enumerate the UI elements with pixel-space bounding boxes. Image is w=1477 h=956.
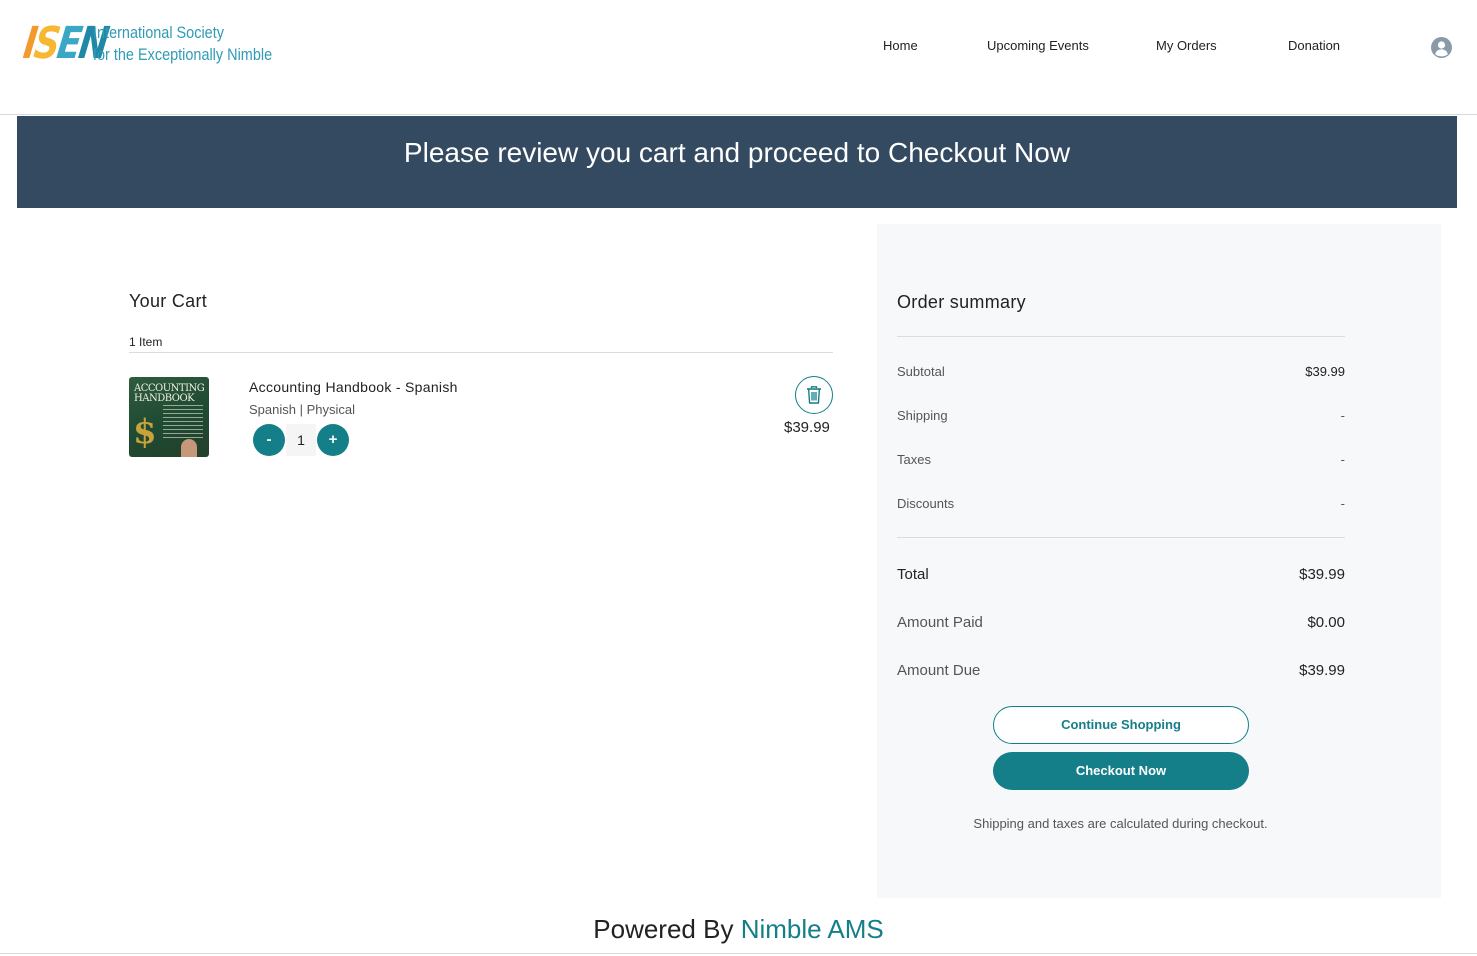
summary-row-subtotal: Subtotal $39.99: [897, 364, 1345, 379]
summary-divider-bottom: [897, 537, 1345, 538]
amount-paid-value: $0.00: [1307, 614, 1345, 631]
remove-item-button[interactable]: [795, 376, 833, 414]
discounts-label: Discounts: [897, 496, 955, 511]
nav-my-orders[interactable]: My Orders: [1156, 38, 1217, 53]
powered-by-footer: Powered By Nimble AMS: [0, 914, 1477, 945]
product-name[interactable]: Accounting Handbook - Spanish: [249, 379, 458, 395]
line-item-price: $39.99: [784, 419, 830, 436]
order-summary-panel: Order summary Subtotal $39.99 Shipping -…: [877, 224, 1441, 898]
quantity-increase-button[interactable]: +: [317, 424, 349, 456]
isen-logo[interactable]: ISEN International Society for the Excep…: [20, 18, 272, 69]
logo-line-2: for the Exceptionally Nimble: [93, 45, 273, 64]
quantity-value[interactable]: 1: [286, 424, 316, 456]
amount-paid-label: Amount Paid: [897, 614, 983, 631]
summary-row-total: Total $39.99: [897, 566, 1345, 583]
dollar-sign-graphic: $: [133, 412, 157, 452]
summary-row-taxes: Taxes -: [897, 452, 1345, 467]
book-cover-title: ACCOUNTING HANDBOOK: [134, 383, 205, 404]
summary-row-discounts: Discounts -: [897, 496, 1345, 511]
taxes-label: Taxes: [897, 452, 931, 467]
total-value: $39.99: [1299, 566, 1345, 583]
checkout-now-button[interactable]: Checkout Now: [993, 752, 1249, 790]
amount-due-value: $39.99: [1299, 662, 1345, 679]
checkout-banner: Please review you cart and proceed to Ch…: [17, 116, 1457, 208]
author-photo: [181, 439, 197, 457]
cart-title: Your Cart: [129, 291, 208, 311]
shipping-value: -: [1340, 408, 1345, 423]
total-label: Total: [897, 566, 929, 583]
amount-due-label: Amount Due: [897, 662, 981, 679]
checkout-note: Shipping and taxes are calculated during…: [973, 816, 1268, 831]
quantity-decrease-button[interactable]: -: [253, 424, 285, 456]
cart-divider: [129, 352, 833, 353]
summary-row-amount-due: Amount Due $39.99: [897, 662, 1345, 679]
subtotal-label: Subtotal: [897, 364, 945, 379]
taxes-value: -: [1340, 452, 1345, 467]
nav-home[interactable]: Home: [883, 38, 918, 53]
product-variant: Spanish | Physical: [249, 402, 355, 417]
banner-text: Please review you cart and proceed to Ch…: [403, 137, 1071, 168]
book-cover-text-lines: [163, 405, 203, 439]
order-summary-title: Order summary: [897, 292, 1026, 312]
summary-divider-top: [897, 336, 1345, 337]
site-header: ISEN International Society for the Excep…: [0, 0, 1477, 115]
discounts-value: -: [1340, 496, 1345, 511]
powered-by-label: Powered By: [593, 914, 734, 944]
shipping-label: Shipping: [897, 408, 948, 423]
nav-upcoming-events[interactable]: Upcoming Events: [987, 38, 1089, 53]
summary-row-shipping: Shipping -: [897, 408, 1345, 423]
trash-icon: [807, 386, 821, 404]
nav-donation[interactable]: Donation: [1288, 38, 1340, 53]
logo-text: International Society for the Exceptiona…: [93, 22, 272, 66]
subtotal-value: $39.99: [1305, 364, 1345, 379]
summary-row-amount-paid: Amount Paid $0.00: [897, 614, 1345, 631]
nimble-ams-link[interactable]: Nimble AMS: [741, 914, 884, 944]
cart-item-count: 1 Item: [129, 335, 163, 349]
continue-shopping-button[interactable]: Continue Shopping: [993, 706, 1249, 744]
user-circle-icon[interactable]: [1431, 37, 1452, 58]
product-image: ACCOUNTING HANDBOOK $: [129, 377, 209, 457]
logo-line-1: International Society: [93, 23, 224, 42]
footer-divider: [0, 953, 1477, 954]
